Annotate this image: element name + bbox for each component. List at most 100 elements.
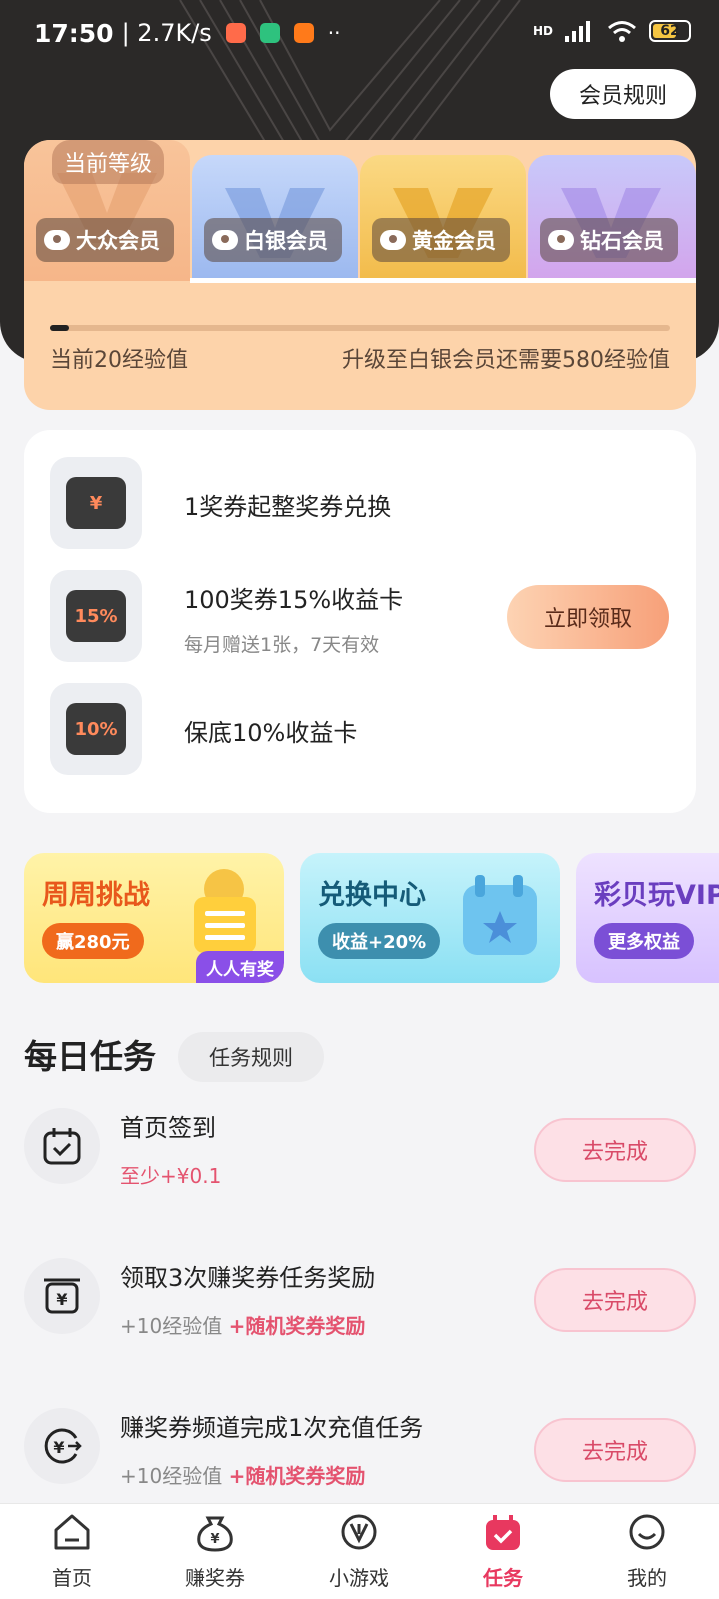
benefit-row: 10% 保底10%收益卡: [50, 683, 670, 775]
promo-title: 周周挑战: [42, 880, 150, 911]
tier-pill-diamond: 钻石会员: [540, 218, 678, 262]
coin-bag-icon: ¥: [197, 1516, 233, 1552]
battery-icon: 62: [649, 20, 691, 42]
camera-icon: [44, 230, 70, 250]
task-complete-button[interactable]: 去完成: [534, 1418, 696, 1482]
status-bar: 17:50 | 2.7K/s ·· HD 62: [0, 0, 719, 66]
benefit-title: 保底10%收益卡: [184, 719, 358, 747]
nav-home[interactable]: 首页: [22, 1512, 122, 1591]
tier-name: 大众会员: [76, 229, 160, 253]
tier-tab-basic[interactable]: 当前等级 大众会员: [24, 140, 190, 281]
tier-tab-diamond[interactable]: 钻石会员: [528, 155, 696, 281]
task-complete-button[interactable]: 去完成: [534, 1118, 696, 1182]
yield-10-icon: 10%: [66, 703, 126, 755]
tier-pill-basic: 大众会员: [36, 218, 174, 262]
task-exp: +10经验值: [120, 1314, 223, 1338]
member-rules-button[interactable]: 会员规则: [550, 69, 696, 119]
promo-title: 彩贝玩VIP: [594, 880, 719, 911]
task-icon-bg: [24, 1108, 100, 1184]
task-title: 首页签到: [120, 1114, 216, 1142]
nav-label: 我的: [627, 1566, 667, 1590]
tab-divider: [190, 278, 696, 283]
yuan-exchange-icon: ¥: [44, 1428, 82, 1464]
promo-row: 周周挑战 赢280元 人人有奖 兑换中心 收益+20% 彩贝玩VIP 更多权益: [24, 853, 719, 983]
camera-icon: [548, 230, 574, 250]
clipboard-coin-icon: [194, 869, 256, 953]
task-reward: +10经验值 +随机奖券奖励: [120, 1310, 365, 1339]
status-right: HD 62: [533, 20, 691, 42]
upgrade-hint: 升级至白银会员还需要580经验值: [342, 348, 670, 373]
yuan-card-icon: ¥: [66, 477, 126, 529]
nav-profile[interactable]: 我的: [597, 1512, 697, 1591]
promo-pill: 更多权益: [594, 923, 694, 959]
mi-app-icon: [293, 23, 314, 43]
task-exp: +10经验值: [120, 1464, 223, 1488]
nav-mini-games[interactable]: 小游戏: [309, 1512, 409, 1591]
shield-app-icon: [259, 23, 280, 43]
nav-label: 赚奖券: [185, 1566, 245, 1590]
nav-label: 任务: [483, 1566, 523, 1590]
game-icon: [341, 1514, 377, 1550]
yuan-receipt-icon: ¥: [44, 1278, 80, 1314]
promo-pill: 赢280元: [42, 923, 144, 959]
nav-earn-tickets[interactable]: ¥ 赚奖券: [165, 1512, 265, 1591]
task-rules-button[interactable]: 任务规则: [178, 1032, 324, 1082]
benefit-icon-bg: 10%: [50, 683, 142, 775]
task-icon-bg: ¥: [24, 1258, 100, 1334]
nav-tasks[interactable]: 任务: [453, 1512, 553, 1591]
wifi-icon: [608, 21, 636, 42]
profile-icon: [629, 1514, 665, 1550]
benefit-row: ¥ 1奖券起整奖券兑换: [50, 457, 670, 549]
current-exp: 当前20经验值: [50, 348, 188, 373]
benefit-title: 100奖券15%收益卡: [184, 586, 404, 614]
bottom-nav: 首页 ¥ 赚奖券 小游戏 任务 我的: [0, 1503, 719, 1599]
tier-name: 钻石会员: [580, 229, 664, 253]
status-speed: | 2.7K/s: [121, 19, 212, 47]
nav-label: 小游戏: [329, 1566, 389, 1590]
tier-tab-silver[interactable]: 白银会员: [192, 155, 358, 281]
benefit-icon-bg: ¥: [50, 457, 142, 549]
benefit-icon-bg: 15%: [50, 570, 142, 662]
task-icon-bg: ¥: [24, 1408, 100, 1484]
tier-pill-gold: 黄金会员: [372, 218, 510, 262]
promo-badge: 人人有奖: [196, 951, 284, 983]
task-title: 领取3次赚奖券任务奖励: [120, 1264, 376, 1292]
camera-icon: [380, 230, 406, 250]
task-reward: 至少+¥0.1: [120, 1164, 222, 1188]
claim-now-button[interactable]: 立即领取: [507, 585, 669, 649]
task-reward: +10经验值 +随机奖券奖励: [120, 1460, 365, 1489]
benefit-title: 1奖券起整奖券兑换: [184, 493, 392, 521]
promo-vip[interactable]: 彩贝玩VIP 更多权益: [576, 853, 719, 983]
calendar-check-icon: [43, 1128, 81, 1165]
task-complete-button[interactable]: 去完成: [534, 1268, 696, 1332]
tier-name: 黄金会员: [412, 229, 496, 253]
benefits-card: ¥ 1奖券起整奖券兑换 15% 100奖券15%收益卡 每月赠送1张，7天有效 …: [24, 430, 696, 813]
task-bonus: +随机奖券奖励: [228, 1314, 366, 1338]
notification-app-icon: [225, 23, 246, 43]
signal-icon: [565, 21, 590, 42]
svg-text:¥: ¥: [210, 1532, 219, 1547]
daily-tasks-title: 每日任务: [24, 1037, 156, 1076]
battery-level: 62: [660, 23, 680, 39]
hd-label: HD: [532, 24, 553, 38]
tier-tab-gold[interactable]: 黄金会员: [360, 155, 526, 281]
svg-text:¥: ¥: [56, 1290, 67, 1309]
task-icon: [486, 1515, 520, 1550]
exp-progress-fill: [50, 325, 69, 331]
tier-name: 白银会员: [244, 229, 328, 253]
more-dots-icon: ··: [327, 21, 341, 45]
camera-icon: [212, 230, 238, 250]
shopping-bag-icon: [463, 875, 537, 955]
promo-exchange-center[interactable]: 兑换中心 收益+20%: [300, 853, 560, 983]
promo-pill: 收益+20%: [318, 923, 441, 959]
task-item: ¥ 领取3次赚奖券任务奖励 +10经验值 +随机奖券奖励 去完成: [24, 1258, 696, 1368]
task-bonus: +随机奖券奖励: [228, 1464, 366, 1488]
promo-weekly-challenge[interactable]: 周周挑战 赢280元 人人有奖: [24, 853, 284, 983]
home-icon: [54, 1514, 90, 1550]
promo-title: 兑换中心: [318, 880, 426, 911]
svg-text:¥: ¥: [53, 1438, 64, 1457]
nav-label: 首页: [52, 1566, 92, 1590]
task-item: 首页签到 至少+¥0.1 去完成: [24, 1108, 696, 1218]
benefit-subtitle: 每月赠送1张，7天有效: [184, 634, 380, 656]
yield-15-icon: 15%: [66, 590, 126, 642]
